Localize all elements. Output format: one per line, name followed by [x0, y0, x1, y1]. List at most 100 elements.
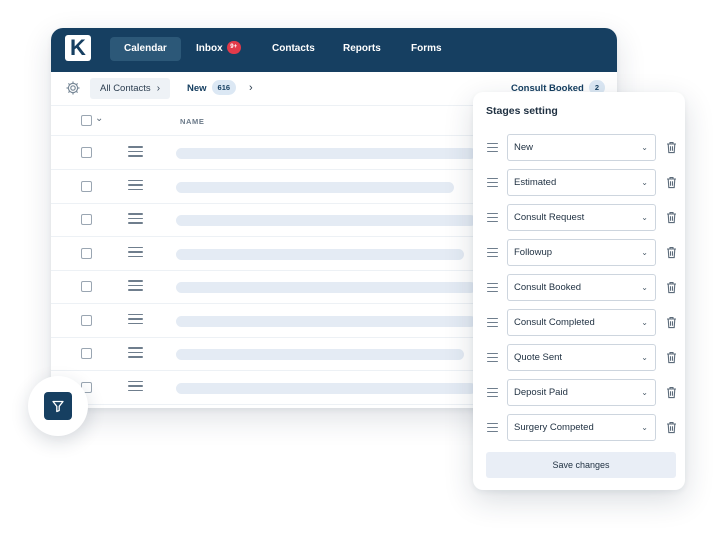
drag-handle-icon[interactable] — [487, 318, 498, 327]
stage-select[interactable]: New ⌄ — [507, 134, 656, 161]
drag-handle-icon[interactable] — [128, 246, 143, 259]
chevron-down-icon: ⌄ — [641, 143, 648, 152]
drag-handle-icon[interactable] — [487, 143, 498, 152]
chevron-down-icon: ⌄ — [641, 353, 648, 362]
contact-name-placeholder — [176, 181, 454, 193]
stage-row: New ⌄ — [473, 134, 685, 161]
stage-select-value: Consult Request — [514, 212, 585, 223]
stage-select[interactable]: Deposit Paid ⌄ — [507, 379, 656, 406]
stage-row: Consult Request ⌄ — [473, 204, 685, 231]
nav-item-label: Contacts — [272, 43, 315, 54]
filter-button-face — [44, 392, 72, 420]
trash-icon[interactable] — [666, 246, 677, 259]
filter-button[interactable] — [28, 376, 88, 436]
trash-icon[interactable] — [666, 386, 677, 399]
trash-icon[interactable] — [666, 351, 677, 364]
drag-handle-icon[interactable] — [487, 178, 498, 187]
nav-item-forms[interactable]: Forms — [411, 37, 442, 61]
drag-handle-icon[interactable] — [487, 353, 498, 362]
row-checkbox[interactable] — [81, 314, 92, 326]
stage-tab-new[interactable]: New 616 — [187, 78, 237, 99]
nav-item-label: Forms — [411, 43, 442, 54]
row-checkbox[interactable] — [81, 147, 92, 158]
drag-handle-icon[interactable] — [487, 213, 498, 222]
contact-name-placeholder — [176, 248, 464, 260]
row-checkbox[interactable] — [81, 180, 92, 192]
nav-item-label: Inbox — [196, 43, 223, 54]
nav-item-contacts[interactable]: Contacts — [272, 37, 315, 61]
contact-name-placeholder — [176, 382, 476, 394]
stage-select[interactable]: Estimated ⌄ — [507, 169, 656, 196]
chevron-down-icon: ⌄ — [641, 248, 648, 257]
drag-handle-icon[interactable] — [128, 179, 143, 192]
breadcrumb-all-contacts[interactable]: All Contacts › — [90, 78, 171, 99]
row-checkbox[interactable] — [81, 348, 92, 359]
stage-row: Deposit Paid ⌄ — [473, 379, 685, 406]
chevron-down-icon: ⌄ — [641, 178, 648, 187]
stage-select-value: Consult Booked — [514, 282, 582, 293]
nav-item-reports[interactable]: Reports — [343, 37, 381, 61]
stage-select-value: Quote Sent — [514, 352, 563, 363]
chevron-down-icon: ⌄ — [641, 213, 648, 222]
select-all-checkbox[interactable] — [81, 115, 92, 126]
trash-icon[interactable] — [666, 281, 677, 294]
chevron-right-icon: › — [156, 83, 161, 94]
gear-icon[interactable] — [65, 80, 81, 96]
column-header-name[interactable]: NAME — [180, 117, 204, 126]
contact-name-placeholder — [176, 148, 476, 159]
contact-name-placeholder — [176, 349, 464, 360]
trash-icon[interactable] — [666, 141, 677, 154]
stage-select[interactable]: Followup ⌄ — [507, 239, 656, 266]
stage-tab-label: New — [187, 83, 207, 94]
trash-icon[interactable] — [666, 421, 677, 434]
stage-select-value: Deposit Paid — [514, 387, 568, 398]
brand-logo[interactable]: K — [65, 35, 91, 61]
stage-select-value: Surgery Competed — [514, 422, 594, 433]
breadcrumb-label: All Contacts — [100, 83, 151, 94]
contact-name-placeholder — [176, 315, 476, 327]
stage-select[interactable]: Consult Request ⌄ — [507, 204, 656, 231]
chevron-down-icon: ⌄ — [641, 388, 648, 397]
top-navigation-bar: K Calendar Inbox 9+ Contacts Reports Form… — [51, 28, 617, 72]
row-checkbox[interactable] — [81, 281, 92, 292]
trash-icon[interactable] — [666, 176, 677, 189]
filter-icon — [52, 400, 64, 413]
drag-handle-icon[interactable] — [487, 283, 498, 292]
row-checkbox[interactable] — [81, 247, 92, 259]
chevron-down-icon: ⌄ — [641, 318, 648, 327]
chevron-down-icon[interactable]: ⌄ — [95, 113, 103, 124]
chevron-down-icon: ⌄ — [641, 423, 648, 432]
nav-item-calendar[interactable]: Calendar — [110, 37, 181, 61]
stage-select-value: Consult Completed — [514, 317, 595, 328]
drag-handle-icon[interactable] — [128, 313, 143, 326]
stage-select[interactable]: Consult Completed ⌄ — [507, 309, 656, 336]
panel-title: Stages setting — [486, 105, 558, 117]
contact-name-placeholder — [176, 215, 476, 226]
drag-handle-icon[interactable] — [487, 423, 498, 432]
stage-select[interactable]: Quote Sent ⌄ — [507, 344, 656, 371]
drag-handle-icon[interactable] — [128, 280, 143, 292]
drag-handle-icon[interactable] — [128, 213, 143, 225]
nav-item-inbox[interactable]: Inbox 9+ — [196, 37, 241, 61]
stage-row: Quote Sent ⌄ — [473, 344, 685, 371]
drag-handle-icon[interactable] — [128, 146, 143, 158]
chevron-down-icon: ⌄ — [641, 283, 648, 292]
stage-select-value: Estimated — [514, 177, 557, 188]
nav-item-label: Reports — [343, 43, 381, 54]
drag-handle-icon[interactable] — [487, 388, 498, 397]
drag-handle-icon[interactable] — [128, 380, 143, 393]
trash-icon[interactable] — [666, 316, 677, 329]
chevron-right-icon[interactable]: › — [249, 78, 253, 99]
stage-count-badge: 616 — [211, 79, 237, 95]
drag-handle-icon[interactable] — [487, 248, 498, 257]
stage-row: Followup ⌄ — [473, 239, 685, 266]
row-checkbox[interactable] — [81, 214, 92, 225]
stage-row: Estimated ⌄ — [473, 169, 685, 196]
save-changes-button[interactable]: Save changes — [486, 452, 676, 478]
trash-icon[interactable] — [666, 211, 677, 224]
stage-select[interactable]: Surgery Competed ⌄ — [507, 414, 656, 441]
stage-select-value: New — [514, 142, 534, 153]
drag-handle-icon[interactable] — [128, 347, 143, 359]
stage-row: Consult Booked ⌄ — [473, 274, 685, 301]
stage-select[interactable]: Consult Booked ⌄ — [507, 274, 656, 301]
